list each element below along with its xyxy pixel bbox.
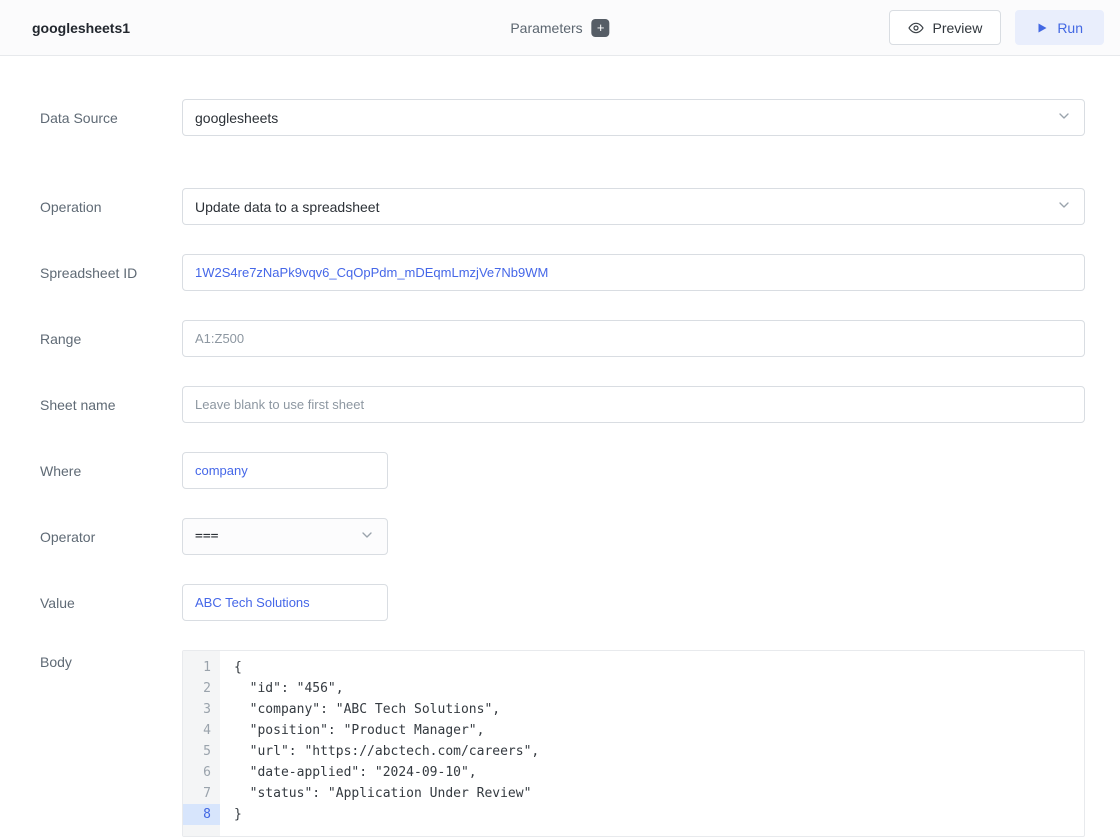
- chevron-down-icon: [1056, 108, 1072, 127]
- field-row-value: Value: [40, 584, 1085, 621]
- add-parameter-button[interactable]: +: [592, 19, 610, 37]
- code-area[interactable]: { "id": "456", "company": "ABC Tech Solu…: [220, 651, 1084, 836]
- line-number-gutter: 1 2 3 4 5 6 7 8: [183, 651, 220, 836]
- spreadsheet-id-label: Spreadsheet ID: [40, 265, 182, 281]
- field-row-range: Range: [40, 320, 1085, 357]
- parameters-label: Parameters: [510, 20, 582, 36]
- value-input[interactable]: [182, 584, 388, 621]
- run-button-label: Run: [1057, 20, 1083, 36]
- query-editor-panel: googlesheets1 Parameters + Preview Run D…: [0, 0, 1120, 837]
- body-code-editor[interactable]: 1 2 3 4 5 6 7 8 { "id": "456", "company"…: [182, 650, 1085, 837]
- line-number: 7: [183, 783, 220, 804]
- operation-label: Operation: [40, 199, 182, 215]
- line-number: 6: [183, 762, 220, 783]
- code-line: "company": "ABC Tech Solutions",: [234, 699, 1084, 720]
- line-number: 2: [183, 678, 220, 699]
- field-row-data-source: Data Source googlesheets: [40, 99, 1085, 136]
- data-source-select[interactable]: googlesheets: [182, 99, 1085, 136]
- data-source-label: Data Source: [40, 110, 182, 126]
- data-source-value: googlesheets: [195, 110, 278, 126]
- chevron-down-icon: [359, 527, 375, 546]
- field-row-where: Where: [40, 452, 1085, 489]
- field-row-operator: Operator ===: [40, 518, 1085, 555]
- code-line: }: [234, 804, 1084, 825]
- operator-value: ===: [195, 529, 218, 544]
- sheet-name-label: Sheet name: [40, 397, 182, 413]
- parameters-section: Parameters +: [510, 19, 609, 37]
- field-row-body: Body 1 2 3 4 5 6 7 8 { "id": "456", "com…: [40, 650, 1085, 837]
- where-input[interactable]: [182, 452, 388, 489]
- line-number: 1: [183, 657, 220, 678]
- chevron-down-icon: [1056, 197, 1072, 216]
- preview-button[interactable]: Preview: [889, 10, 1002, 45]
- code-line: "position": "Product Manager",: [234, 720, 1084, 741]
- code-line: "url": "https://abctech.com/careers",: [234, 741, 1084, 762]
- spreadsheet-id-input[interactable]: [182, 254, 1085, 291]
- range-input[interactable]: [182, 320, 1085, 357]
- play-icon: [1036, 22, 1048, 34]
- range-label: Range: [40, 331, 182, 347]
- field-row-spreadsheet-id: Spreadsheet ID: [40, 254, 1085, 291]
- sheet-name-input[interactable]: [182, 386, 1085, 423]
- line-number: 5: [183, 741, 220, 762]
- field-row-sheet-name: Sheet name: [40, 386, 1085, 423]
- code-line: "status": "Application Under Review": [234, 783, 1084, 804]
- operator-select[interactable]: ===: [182, 518, 388, 555]
- code-line: "date-applied": "2024-09-10",: [234, 762, 1084, 783]
- line-number: 4: [183, 720, 220, 741]
- operation-value: Update data to a spreadsheet: [195, 199, 379, 215]
- run-button[interactable]: Run: [1015, 10, 1104, 45]
- value-label: Value: [40, 595, 182, 611]
- query-title: googlesheets1: [32, 20, 130, 36]
- where-label: Where: [40, 463, 182, 479]
- preview-button-label: Preview: [933, 20, 983, 36]
- body-label: Body: [40, 650, 182, 670]
- field-row-operation: Operation Update data to a spreadsheet: [40, 188, 1085, 225]
- query-form: Data Source googlesheets Operation Updat…: [0, 56, 1120, 837]
- eye-icon: [908, 20, 924, 36]
- code-line: "id": "456",: [234, 678, 1084, 699]
- header: googlesheets1 Parameters + Preview Run: [0, 0, 1120, 56]
- line-number: 3: [183, 699, 220, 720]
- line-number: 8: [183, 804, 220, 825]
- code-line: {: [234, 657, 1084, 678]
- header-actions: Preview Run: [889, 10, 1104, 45]
- operation-select[interactable]: Update data to a spreadsheet: [182, 188, 1085, 225]
- operator-label: Operator: [40, 529, 182, 545]
